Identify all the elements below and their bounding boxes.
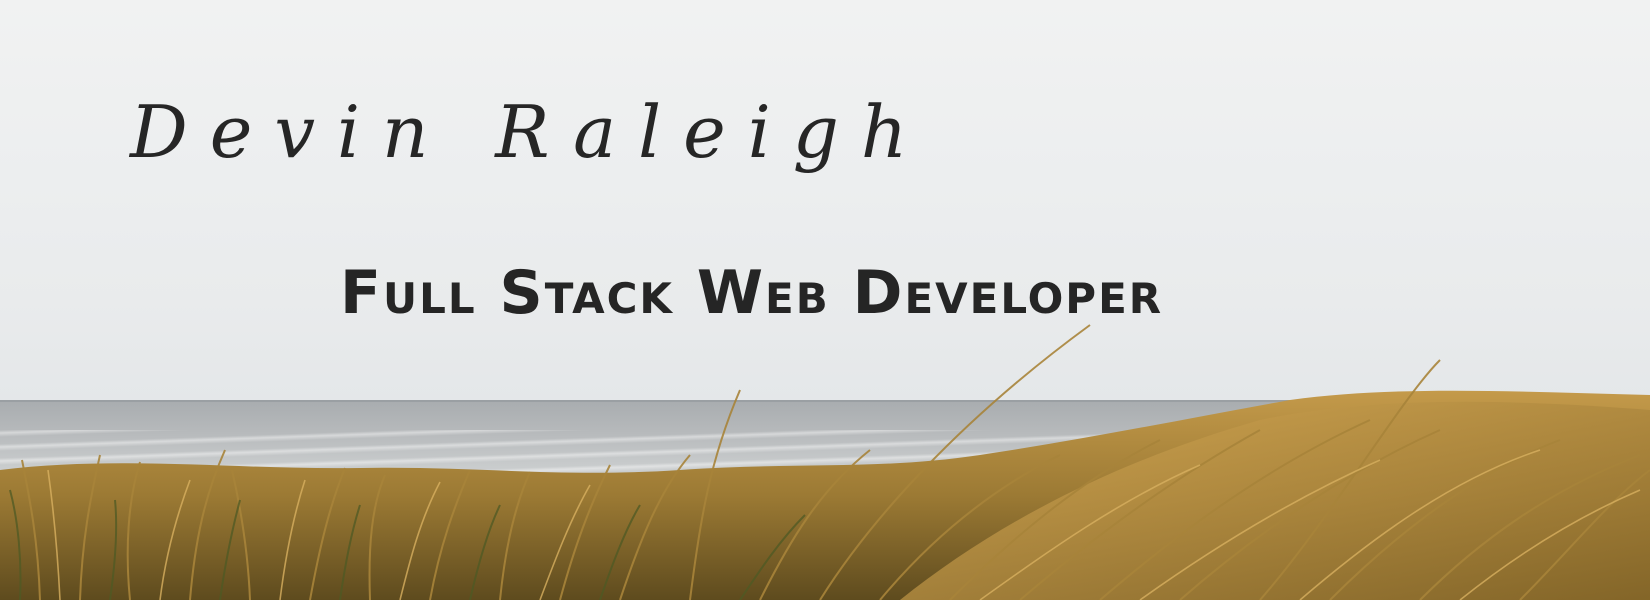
site-owner-name: Devin Raleigh: [130, 90, 930, 174]
hero-banner: Devin Raleigh Full Stack Web Developer: [0, 0, 1650, 600]
job-title-tagline: Full Stack Web Developer: [340, 258, 1164, 328]
